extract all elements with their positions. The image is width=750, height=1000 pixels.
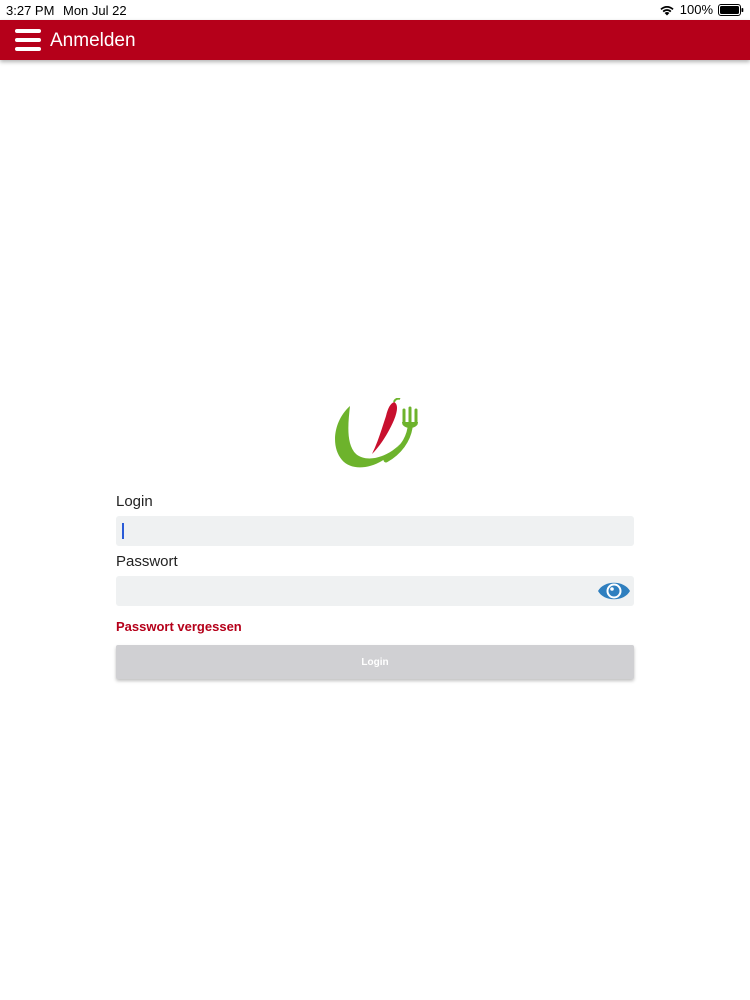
text-cursor (122, 523, 124, 539)
battery-icon (718, 3, 744, 16)
login-field-box (116, 516, 634, 546)
leaf-chili-fork-logo (335, 398, 418, 468)
status-bar: 3:27 PM Mon Jul 22 100% (0, 0, 750, 20)
password-input[interactable] (116, 576, 634, 606)
password-label: Passwort (116, 553, 178, 570)
status-time: 3:27 PM (6, 3, 55, 18)
wifi-icon (660, 5, 674, 15)
page-title: Anmelden (50, 30, 136, 51)
login-screen: 3:27 PM Mon Jul 22 100% Anmelden Login P… (0, 0, 750, 1000)
login-form: Login Passwort Passwort vergessen Login (116, 492, 634, 679)
hamburger-menu-icon[interactable] (14, 26, 42, 54)
login-input[interactable] (116, 516, 634, 546)
battery-percentage: 100% (679, 2, 713, 17)
eye-icon[interactable] (596, 577, 632, 605)
login-label: Login (116, 493, 153, 510)
status-date: Mon Jul 22 (63, 3, 127, 18)
forgot-password-link[interactable]: Passwort vergessen (116, 618, 634, 635)
password-field-box (116, 576, 634, 606)
app-bar: Anmelden (0, 20, 750, 60)
login-button[interactable]: Login (116, 645, 634, 679)
status-right: 100% (659, 2, 744, 17)
